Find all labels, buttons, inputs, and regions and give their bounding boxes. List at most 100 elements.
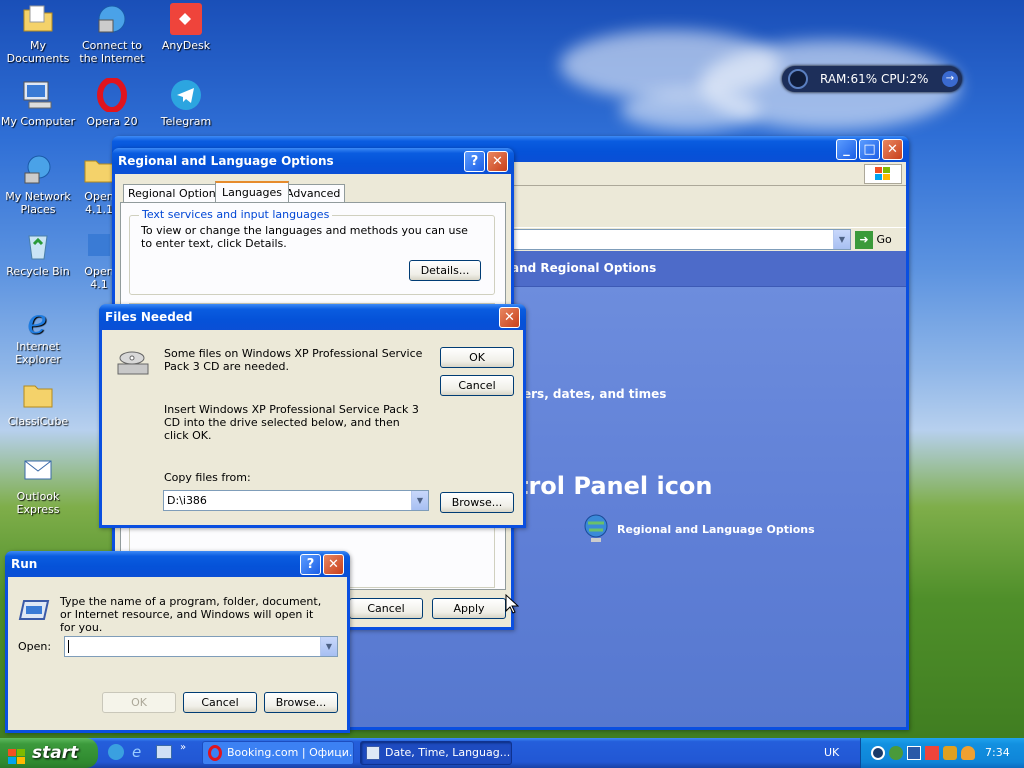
task-button-booking[interactable]: Booking.com | Офици... — [202, 741, 354, 765]
chevron-down-icon[interactable]: ▼ — [411, 491, 428, 510]
ok-button[interactable]: OK — [102, 692, 176, 713]
desktop-icon-opera[interactable]: Opera 20 — [74, 77, 150, 128]
task-button-date-time[interactable]: Date, Time, Languag... — [360, 741, 512, 765]
arrow-right-icon[interactable]: → — [942, 71, 958, 87]
pick-heading: trol Panel icon — [517, 472, 713, 500]
mouse-cursor-icon — [505, 594, 519, 614]
globe-icon — [583, 514, 609, 544]
message-text-1: Some files on Windows XP Professional Se… — [164, 347, 423, 373]
close-button[interactable]: ✕ — [499, 307, 520, 328]
group-label: Text services and input languages — [139, 208, 333, 221]
desktop-icon-network-places[interactable]: My Network Places — [0, 153, 76, 216]
tray-anydesk-icon[interactable] — [925, 746, 939, 760]
regional-language-link[interactable]: Regional and Language Options — [617, 523, 815, 536]
tab-languages[interactable]: Languages — [215, 181, 290, 202]
tray-fire-icon[interactable] — [961, 746, 975, 760]
internet-explorer-quicklaunch-icon[interactable]: e — [132, 744, 148, 760]
browser-quicklaunch-icon[interactable] — [108, 744, 124, 760]
tray-green-icon[interactable] — [889, 746, 903, 760]
quick-launch: e » — [106, 742, 196, 762]
tab-regional-options[interactable]: Regional Options — [123, 184, 227, 202]
anydesk-icon — [169, 2, 203, 36]
desktop-icon-telegram[interactable]: Telegram — [148, 78, 224, 128]
browse-button[interactable]: Browse... — [264, 692, 338, 713]
help-button[interactable]: ? — [464, 151, 485, 172]
folder-icon — [82, 153, 116, 187]
recycle-bin-icon — [21, 228, 55, 262]
run-titlebar[interactable]: Run ? ✕ — [5, 551, 350, 577]
network-globe-icon — [95, 2, 129, 36]
header-text: and Regional Options — [511, 261, 657, 275]
path-value: D:\i386 — [167, 494, 207, 507]
cancel-button[interactable]: Cancel — [440, 375, 514, 396]
close-button[interactable]: ✕ — [882, 139, 903, 160]
apply-button[interactable]: Apply — [432, 598, 506, 619]
files-needed-titlebar[interactable]: Files Needed ✕ — [99, 304, 526, 330]
cd-drive-icon — [116, 344, 150, 378]
copy-from-combobox[interactable]: D:\i386 ▼ — [163, 490, 429, 511]
monitor-text: RAM:61% CPU:2% — [820, 72, 929, 86]
opera-task-icon — [208, 745, 222, 761]
taskbar: start e » Booking.com | Офици... Date, T… — [0, 738, 1024, 768]
computer-icon — [21, 78, 55, 112]
desktop-icon-anydesk[interactable]: AnyDesk — [148, 2, 224, 52]
details-button[interactable]: Details... — [409, 260, 481, 281]
shortcut-icon — [82, 228, 116, 262]
task-link[interactable]: ers, dates, and times — [523, 388, 666, 401]
system-tray: 7:34 — [860, 738, 1024, 768]
close-button[interactable]: ✕ — [323, 554, 344, 575]
run-description: Type the name of a program, folder, docu… — [60, 595, 322, 634]
tray-network-icon[interactable] — [907, 746, 921, 760]
desktop-icon-outlook-express[interactable]: Outlook Express — [0, 453, 76, 516]
run-icon — [18, 597, 50, 623]
desktop-icon-internet-explorer[interactable]: e Internet Explorer — [0, 302, 76, 366]
dialog-title: Files Needed — [105, 310, 193, 324]
copy-files-label: Copy files from: — [164, 471, 251, 484]
run-dialog: Run ? ✕ Type the name of a program, fold… — [5, 551, 350, 733]
windows-logo-icon — [864, 164, 902, 184]
regional-titlebar[interactable]: Regional and Language Options ? ✕ — [112, 148, 514, 174]
help-button[interactable]: ? — [300, 554, 321, 575]
minimize-button[interactable]: _ — [836, 139, 857, 160]
open-label: Open: — [18, 640, 52, 653]
chevron-down-icon[interactable]: ▼ — [833, 230, 850, 249]
language-indicator[interactable]: UK — [824, 746, 839, 759]
start-button[interactable]: start — [0, 738, 98, 768]
desktop-icon-my-documents[interactable]: My Documents — [0, 2, 76, 65]
cancel-button[interactable]: Cancel — [349, 598, 423, 619]
folder-icon — [21, 378, 55, 412]
go-arrow-icon: ➜ — [855, 231, 873, 249]
tray-security-icon[interactable] — [943, 746, 957, 760]
browse-button[interactable]: Browse... — [440, 492, 514, 513]
desktop-icon-connect-internet[interactable]: Connect to the Internet — [74, 2, 150, 65]
folder-icon — [21, 2, 55, 36]
files-needed-dialog: Files Needed ✕ Some files on Windows XP … — [99, 304, 526, 528]
desktop-icon-classicube[interactable]: ClassiCube — [0, 378, 76, 428]
cancel-button[interactable]: Cancel — [183, 692, 257, 713]
clock[interactable]: 7:34 — [985, 746, 1010, 759]
tray-app-icon[interactable] — [871, 746, 885, 760]
desktop-icon-my-computer[interactable]: My Computer — [0, 78, 76, 128]
dialog-title: Regional and Language Options — [118, 154, 334, 168]
dialog-title: Run — [11, 557, 38, 571]
telegram-icon — [169, 78, 203, 112]
control-panel-task-icon — [366, 746, 380, 760]
windows-flag-icon — [8, 745, 26, 764]
chevron-down-icon[interactable]: ▼ — [320, 637, 337, 656]
go-button[interactable]: ➜ Go — [855, 230, 905, 250]
system-monitor-widget[interactable]: RAM:61% CPU:2% → — [782, 66, 962, 92]
chevron-more-icon[interactable]: » — [180, 742, 186, 753]
ok-button[interactable]: OK — [440, 347, 514, 368]
open-input[interactable] — [68, 640, 70, 653]
close-button[interactable]: ✕ — [487, 151, 508, 172]
open-combobox[interactable]: ▼ — [64, 636, 338, 657]
opera-icon — [95, 77, 129, 113]
outlook-quicklaunch-icon[interactable] — [156, 745, 172, 759]
network-icon — [21, 153, 55, 187]
desktop-icon-recycle-bin[interactable]: Recycle Bin — [0, 228, 76, 278]
tab-advanced[interactable]: Advanced — [281, 184, 346, 202]
maximize-button[interactable]: □ — [859, 139, 880, 160]
svg-text:e: e — [27, 303, 47, 337]
mic-icon — [788, 69, 808, 89]
internet-explorer-icon: e — [21, 302, 55, 342]
